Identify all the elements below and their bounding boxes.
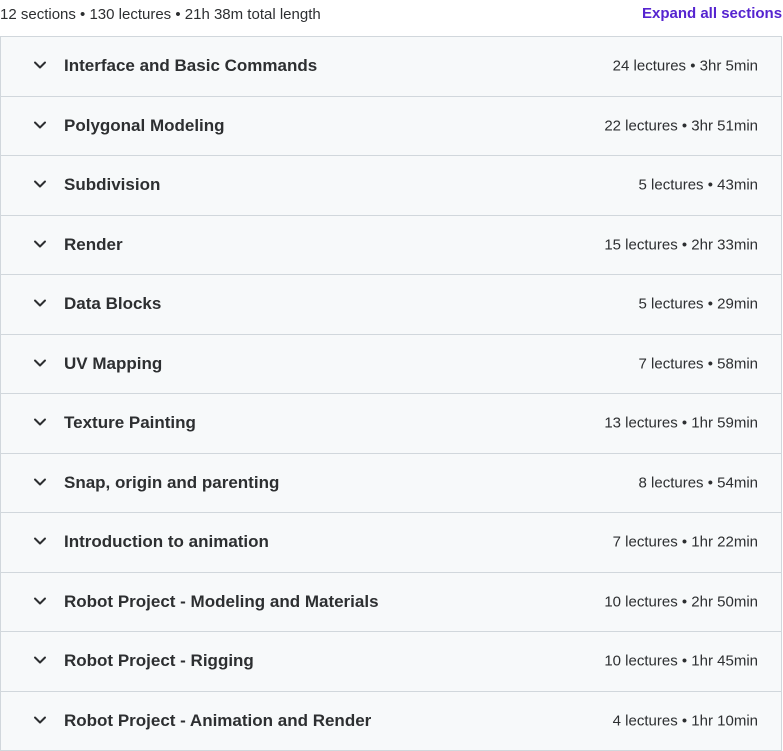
- section-meta: 13 lectures • 1hr 59min: [604, 414, 758, 432]
- section-title: Render: [64, 234, 123, 254]
- section-row[interactable]: UV Mapping 7 lectures • 58min: [1, 334, 781, 394]
- section-meta: 7 lectures • 1hr 22min: [612, 533, 758, 551]
- chevron-down-icon: [33, 594, 47, 608]
- section-meta: 4 lectures • 1hr 10min: [612, 712, 758, 730]
- section-meta: 5 lectures • 29min: [638, 295, 758, 313]
- curriculum-summary: 12 sections • 130 lectures • 21h 38m tot…: [0, 6, 321, 23]
- section-row[interactable]: Interface and Basic Commands 24 lectures …: [1, 37, 781, 97]
- section-row[interactable]: Robot Project - Animation and Render 4 le…: [1, 691, 781, 751]
- chevron-down-icon: [33, 296, 47, 310]
- chevron-down-icon: [33, 475, 47, 489]
- chevron-down-icon: [33, 653, 47, 667]
- section-title: Snap, origin and parenting: [64, 472, 280, 492]
- section-meta: 8 lectures • 54min: [638, 474, 758, 492]
- section-row[interactable]: Robot Project - Modeling and Materials 10…: [1, 572, 781, 632]
- chevron-down-icon: [33, 118, 47, 132]
- expand-all-sections-button[interactable]: Expand all sections: [642, 5, 782, 22]
- section-meta: 7 lectures • 58min: [638, 355, 758, 373]
- section-title: Robot Project - Animation and Render: [64, 710, 372, 730]
- section-meta: 24 lectures • 3hr 5min: [612, 57, 758, 75]
- section-meta: 5 lectures • 43min: [638, 176, 758, 194]
- section-meta: 15 lectures • 2hr 33min: [604, 236, 758, 254]
- section-title: Data Blocks: [64, 294, 162, 314]
- section-list: Interface and Basic Commands 24 lectures …: [0, 36, 782, 751]
- section-title: Introduction to animation: [64, 532, 269, 552]
- section-title: Polygonal Modeling: [64, 115, 225, 135]
- section-title: Subdivision: [64, 175, 161, 195]
- section-title: Robot Project - Rigging: [64, 651, 254, 671]
- section-meta: 22 lectures • 3hr 51min: [604, 117, 758, 135]
- section-row[interactable]: Polygonal Modeling 22 lectures • 3hr 51mi…: [1, 96, 781, 156]
- section-meta: 10 lectures • 1hr 45min: [604, 652, 758, 670]
- section-title: Interface and Basic Commands: [64, 56, 318, 76]
- section-row[interactable]: Introduction to animation 7 lectures • 1h…: [1, 513, 781, 573]
- section-title: UV Mapping: [64, 353, 163, 373]
- section-row[interactable]: Robot Project - Rigging 10 lectures • 1hr…: [1, 632, 781, 692]
- section-meta: 10 lectures • 2hr 50min: [604, 593, 758, 611]
- curriculum-header: 12 sections • 130 lectures • 21h 38m tot…: [0, 0, 783, 36]
- section-row[interactable]: Data Blocks 5 lectures • 29min: [1, 275, 781, 335]
- chevron-down-icon: [33, 58, 47, 72]
- chevron-down-icon: [33, 534, 47, 548]
- chevron-down-icon: [33, 177, 47, 191]
- section-row[interactable]: Snap, origin and parenting 8 lectures • 5…: [1, 453, 781, 513]
- section-row[interactable]: Render 15 lectures • 2hr 33min: [1, 215, 781, 275]
- chevron-down-icon: [33, 356, 47, 370]
- section-row[interactable]: Texture Painting 13 lectures • 1hr 59min: [1, 394, 781, 454]
- chevron-down-icon: [33, 713, 47, 727]
- section-title: Texture Painting: [64, 413, 196, 433]
- section-row[interactable]: Subdivision 5 lectures • 43min: [1, 156, 781, 216]
- chevron-down-icon: [33, 237, 47, 251]
- section-title: Robot Project - Modeling and Materials: [64, 591, 379, 611]
- chevron-down-icon: [33, 415, 47, 429]
